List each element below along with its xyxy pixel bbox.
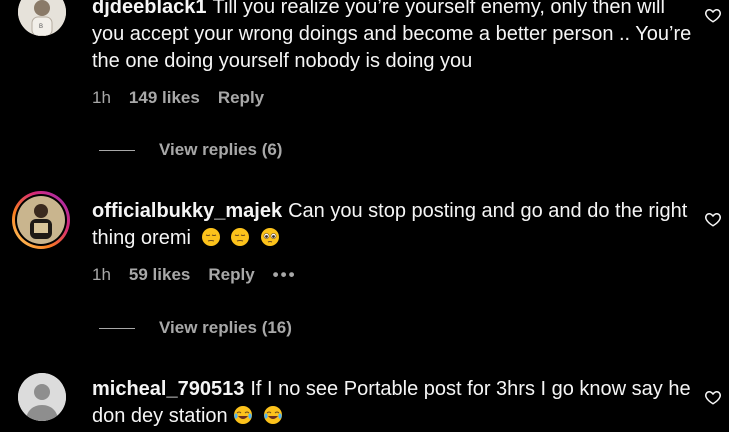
view-replies-label: View replies (16): [159, 318, 292, 337]
pleading-face-icon: [260, 228, 279, 246]
tears-of-joy-icon: [234, 406, 253, 424]
comment-meta: 1h 59 likes Reply •••: [92, 265, 315, 285]
user-photo-icon: B: [18, 0, 66, 36]
view-replies-button[interactable]: View replies (6): [99, 140, 282, 160]
comment-username[interactable]: micheal_790513: [92, 378, 244, 400]
comment-body: micheal_790513 If I no see Portable post …: [92, 376, 692, 430]
like-heart-icon[interactable]: [704, 6, 722, 24]
view-replies-label: View replies (6): [159, 140, 283, 159]
like-heart-icon[interactable]: [704, 210, 722, 228]
comment-likes[interactable]: 59 likes: [129, 265, 190, 285]
pensive-face-icon: [231, 228, 250, 246]
avatar[interactable]: [12, 191, 70, 249]
avatar[interactable]: B: [18, 0, 66, 36]
comment-username[interactable]: officialbukky_majek: [92, 200, 282, 222]
more-options-button[interactable]: •••: [273, 265, 297, 285]
like-heart-icon[interactable]: [704, 388, 722, 406]
default-user-icon: [18, 373, 66, 421]
story-ring-icon: [15, 194, 67, 246]
comment-username[interactable]: djdeeblack1: [92, 0, 207, 18]
comment-likes[interactable]: 149 likes: [129, 88, 200, 108]
replies-divider: [99, 327, 135, 329]
replies-divider: [99, 149, 135, 151]
reply-button[interactable]: Reply: [208, 265, 254, 285]
comment-meta: 1h 149 likes Reply: [92, 88, 282, 108]
comment-time: 1h: [92, 88, 111, 107]
avatar[interactable]: [18, 373, 66, 421]
comment-time: 1h: [92, 265, 111, 284]
comment-body: djdeeblack1 Till you realize you’re yours…: [92, 0, 692, 75]
reply-button[interactable]: Reply: [218, 88, 264, 108]
svg-text:B: B: [39, 24, 43, 30]
comment-body: officialbukky_majek Can you stop posting …: [92, 198, 692, 252]
tears-of-joy-icon: [263, 406, 282, 424]
pensive-face-icon: [201, 228, 220, 246]
view-replies-button[interactable]: View replies (16): [99, 318, 292, 338]
